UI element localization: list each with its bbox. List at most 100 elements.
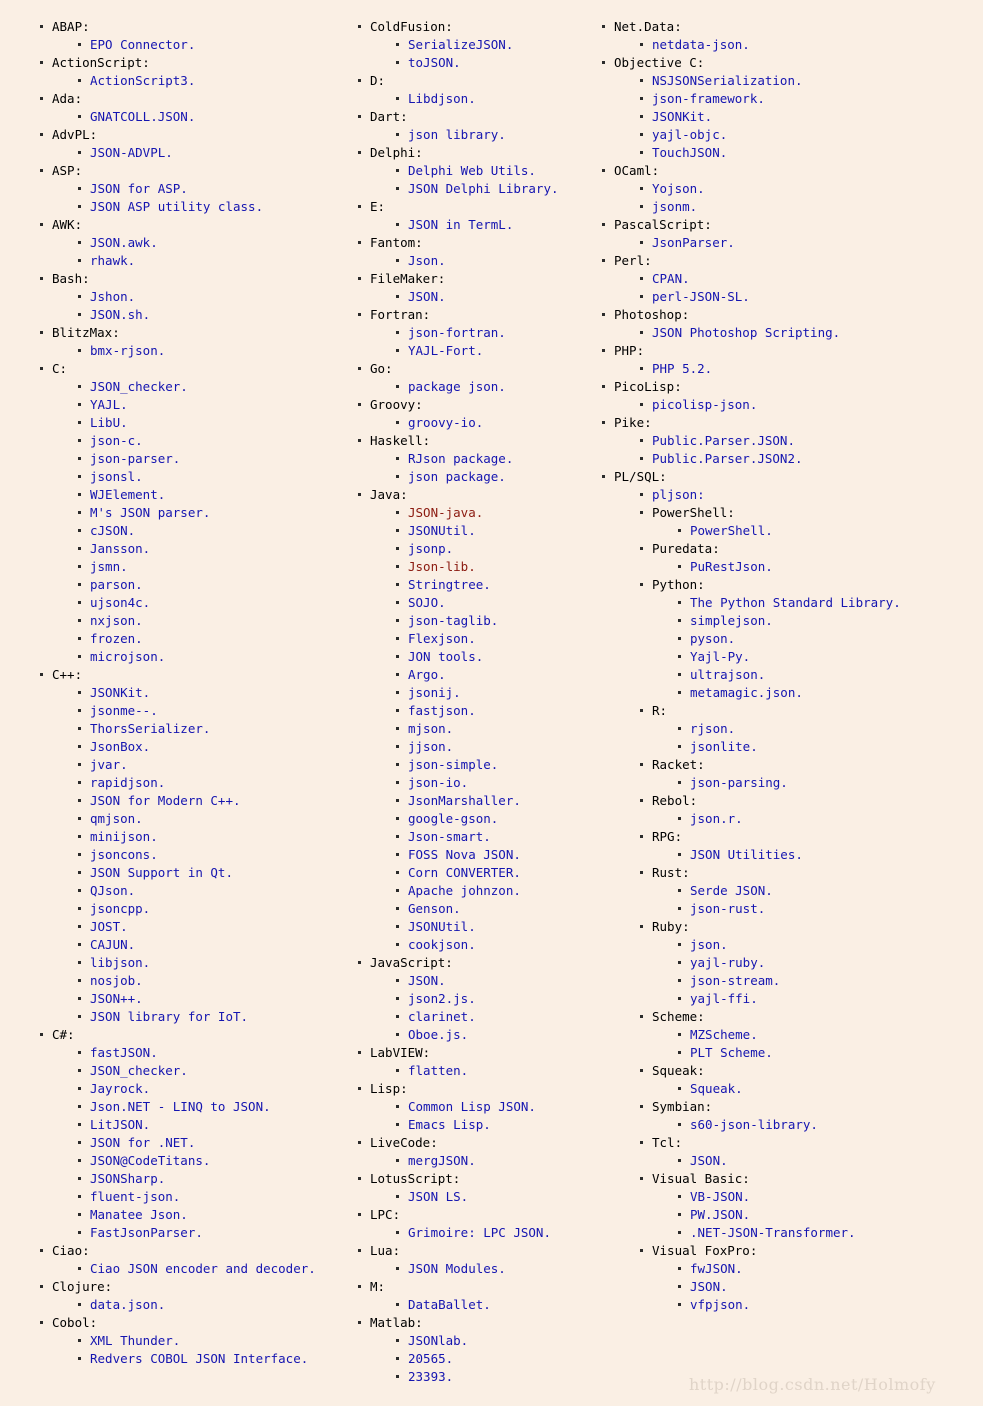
library-item-json-library[interactable]: json library.: [396, 126, 583, 144]
library-link-label[interactable]: JSON Modules.: [408, 1261, 506, 1276]
library-link-label[interactable]: Delphi Web Utils.: [408, 163, 536, 178]
library-link-label[interactable]: json-parsing.: [690, 775, 788, 790]
library-link-label[interactable]: JSON.: [408, 973, 446, 988]
library-link-label[interactable]: LitJSON.: [90, 1117, 150, 1132]
library-link-label[interactable]: JOST.: [90, 919, 128, 934]
library-item-json-advpl[interactable]: JSON-ADVPL.: [78, 144, 345, 162]
library-link-label[interactable]: json library.: [408, 127, 506, 142]
library-item-json-modules[interactable]: JSON Modules.: [396, 1260, 583, 1278]
library-item-parson[interactable]: parson.: [78, 576, 345, 594]
library-link-label[interactable]: Redvers COBOL JSON Interface.: [90, 1351, 308, 1366]
library-item-jayrock[interactable]: Jayrock.: [78, 1080, 345, 1098]
library-item-json-library-for-iot[interactable]: JSON library for IoT.: [78, 1008, 345, 1026]
library-link-label[interactable]: minijson.: [90, 829, 158, 844]
library-link-label[interactable]: .NET-JSON-Transformer.: [690, 1225, 856, 1240]
library-item-json-checker[interactable]: JSON_checker.: [78, 1062, 345, 1080]
library-link-label[interactable]: json-framework.: [652, 91, 765, 106]
library-link-label[interactable]: Flexjson.: [408, 631, 476, 646]
library-item-json-net-linq-to-json[interactable]: Json.NET - LINQ to JSON.: [78, 1098, 345, 1116]
library-item-google-gson[interactable]: google-gson.: [396, 810, 583, 828]
library-link-label[interactable]: ultrajson.: [690, 667, 765, 682]
library-item-mzscheme[interactable]: MZScheme.: [678, 1026, 983, 1044]
library-item-fastjson[interactable]: fastJSON.: [78, 1044, 345, 1062]
library-item-oboe-js[interactable]: Oboe.js.: [396, 1026, 583, 1044]
library-item-xml-thunder[interactable]: XML Thunder.: [78, 1332, 345, 1350]
library-link-label[interactable]: yajl-ffi.: [690, 991, 758, 1006]
library-link-label[interactable]: PowerShell.: [690, 523, 773, 538]
library-item-json-smart[interactable]: Json-smart.: [396, 828, 583, 846]
library-item-tojson[interactable]: toJSON.: [396, 54, 583, 72]
library-item-rhawk[interactable]: rhawk.: [78, 252, 345, 270]
library-link-label[interactable]: JsonMarshaller.: [408, 793, 521, 808]
library-link-label[interactable]: JSONKit.: [652, 109, 712, 124]
library-item-json-r[interactable]: json.r.: [678, 810, 983, 828]
library-link-label[interactable]: RJson package.: [408, 451, 513, 466]
library-link-label[interactable]: JSON Photoshop Scripting.: [652, 325, 840, 340]
library-item-json-lib[interactable]: Json-lib.: [396, 558, 583, 576]
library-link-label[interactable]: json-simple.: [408, 757, 498, 772]
library-item-genson[interactable]: Genson.: [396, 900, 583, 918]
library-item-json-photoshop-scripting[interactable]: JSON Photoshop Scripting.: [640, 324, 983, 342]
library-item-microjson[interactable]: microjson.: [78, 648, 345, 666]
library-link-label[interactable]: s60-json-library.: [690, 1117, 818, 1132]
library-item-nosjob[interactable]: nosjob.: [78, 972, 345, 990]
library-link-label[interactable]: Yojson.: [652, 181, 705, 196]
library-item-json[interactable]: Json.: [396, 252, 583, 270]
library-link-label[interactable]: GNATCOLL.JSON.: [90, 109, 195, 124]
library-link-label[interactable]: TouchJSON.: [652, 145, 727, 160]
library-link-label[interactable]: Jayrock.: [90, 1081, 150, 1096]
library-item-jon-tools[interactable]: JON tools.: [396, 648, 583, 666]
library-item-m-s-json-parser[interactable]: M's JSON parser.: [78, 504, 345, 522]
library-link-label[interactable]: Yajl-Py.: [690, 649, 750, 664]
library-item-groovy-io[interactable]: groovy-io.: [396, 414, 583, 432]
library-item-json[interactable]: JSON.: [678, 1278, 983, 1296]
library-item-jsonij[interactable]: jsonij.: [396, 684, 583, 702]
library-link-label[interactable]: Argo.: [408, 667, 446, 682]
library-link-label[interactable]: JSON@CodeTitans.: [90, 1153, 210, 1168]
library-item-emacs-lisp[interactable]: Emacs Lisp.: [396, 1116, 583, 1134]
library-item-jsmn[interactable]: jsmn.: [78, 558, 345, 576]
library-item-pyson[interactable]: pyson.: [678, 630, 983, 648]
library-item-cjson[interactable]: cJSON.: [78, 522, 345, 540]
library-item-json-awk[interactable]: JSON.awk.: [78, 234, 345, 252]
library-item-delphi-web-utils[interactable]: Delphi Web Utils.: [396, 162, 583, 180]
library-item-corn-converter[interactable]: Corn CONVERTER.: [396, 864, 583, 882]
library-item-bmx-rjson[interactable]: bmx-rjson.: [78, 342, 345, 360]
library-item-json-utilities[interactable]: JSON Utilities.: [678, 846, 983, 864]
library-item-perl-json-sl[interactable]: perl-JSON-SL.: [640, 288, 983, 306]
library-link-label[interactable]: Serde JSON.: [690, 883, 773, 898]
library-item-touchjson[interactable]: TouchJSON.: [640, 144, 983, 162]
library-link-label[interactable]: JSON for ASP.: [90, 181, 188, 196]
library-link-label[interactable]: JSON LS.: [408, 1189, 468, 1204]
library-link-label[interactable]: YAJL-Fort.: [408, 343, 483, 358]
library-item-serializejson[interactable]: SerializeJSON.: [396, 36, 583, 54]
library-link-label[interactable]: google-gson.: [408, 811, 498, 826]
library-link-label[interactable]: JSON_checker.: [90, 379, 188, 394]
library-link-label[interactable]: jsonm.: [652, 199, 697, 214]
library-link-label[interactable]: JSON ASP utility class.: [90, 199, 263, 214]
library-item-json-for-net[interactable]: JSON for .NET.: [78, 1134, 345, 1152]
library-link-label[interactable]: jsmn.: [90, 559, 128, 574]
library-link-label[interactable]: YAJL.: [90, 397, 128, 412]
library-item-argo[interactable]: Argo.: [396, 666, 583, 684]
library-link-label[interactable]: 23393.: [408, 1369, 453, 1384]
library-link-label[interactable]: ThorsSerializer.: [90, 721, 210, 736]
library-link-label[interactable]: ujson4c.: [90, 595, 150, 610]
library-link-label[interactable]: JSON.awk.: [90, 235, 158, 250]
library-link-label[interactable]: JSONUtil.: [408, 919, 476, 934]
library-item-s60-json-library[interactable]: s60-json-library.: [678, 1116, 983, 1134]
library-item-cajun[interactable]: CAJUN.: [78, 936, 345, 954]
library-item-json-framework[interactable]: json-framework.: [640, 90, 983, 108]
library-item-20565[interactable]: 20565.: [396, 1350, 583, 1368]
library-link-label[interactable]: NSJSONSerialization.: [652, 73, 803, 88]
library-link-label[interactable]: simplejson.: [690, 613, 773, 628]
library-item-rjson-package[interactable]: RJson package.: [396, 450, 583, 468]
library-item-powershell[interactable]: PowerShell.: [678, 522, 983, 540]
library-link-label[interactable]: pljson:: [652, 487, 705, 502]
library-item-epo-connector[interactable]: EPO Connector.: [78, 36, 345, 54]
library-link-label[interactable]: nosjob.: [90, 973, 143, 988]
library-item-thorsserializer[interactable]: ThorsSerializer.: [78, 720, 345, 738]
library-item-json-in-terml[interactable]: JSON in TermL.: [396, 216, 583, 234]
library-item-manatee-json[interactable]: Manatee Json.: [78, 1206, 345, 1224]
library-item-jsonutil[interactable]: JSONUtil.: [396, 918, 583, 936]
